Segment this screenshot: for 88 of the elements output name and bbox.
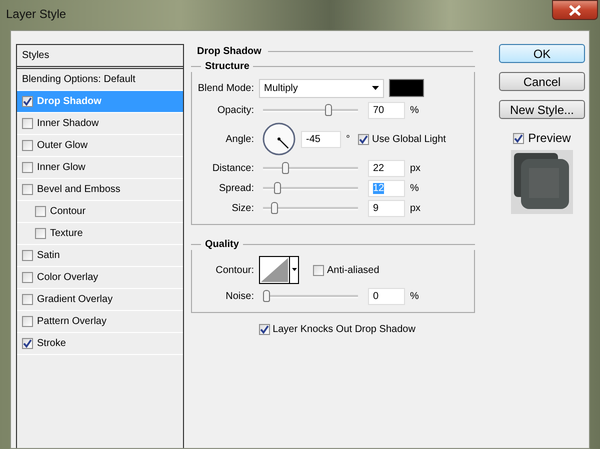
checkbox[interactable]	[22, 184, 33, 195]
field-label: Angle:	[224, 134, 255, 144]
effect-list-item[interactable]: Inner Shadow	[17, 113, 183, 135]
value-field[interactable]: 70	[368, 102, 405, 118]
checkbox[interactable]	[258, 324, 270, 334]
color-swatch[interactable]	[389, 79, 424, 97]
checkbox-label: Use Global Light	[372, 134, 446, 144]
preview-thumbnail	[511, 150, 573, 214]
checkbox[interactable]	[22, 96, 33, 107]
value-text: 12	[373, 182, 384, 194]
effect-list-item[interactable]: Stroke	[17, 333, 183, 355]
field-label: Opacity:	[216, 104, 255, 116]
close-button[interactable]	[552, 0, 598, 20]
checkbox[interactable]	[22, 250, 33, 261]
list-header: Styles	[17, 45, 183, 69]
unit-label: px	[410, 162, 421, 174]
group-title: Structure	[205, 61, 250, 72]
angle-field[interactable]: -45	[301, 130, 341, 148]
effect-list-item[interactable]: Texture	[17, 223, 183, 245]
checkbox-label: Layer Knocks Out Drop Shadow	[272, 324, 416, 334]
effect-label: Color Overlay	[37, 272, 98, 283]
checkbox[interactable]	[513, 132, 524, 144]
effect-label: Gradient Overlay	[37, 294, 113, 305]
checkbox[interactable]	[22, 294, 33, 305]
slider-thumb[interactable]	[274, 182, 281, 194]
effect-label: Drop Shadow	[37, 96, 102, 107]
section-title: Drop Shadow	[197, 44, 473, 58]
effect-list-item[interactable]: Satin	[17, 245, 183, 267]
slider-thumb[interactable]	[282, 162, 290, 174]
caret-icon	[372, 86, 379, 90]
unit-label: %	[410, 104, 419, 116]
unit-label: °	[346, 134, 350, 144]
effect-label: Texture	[50, 228, 83, 239]
field-label: Blend Mode:	[196, 82, 255, 94]
effect-label: Inner Glow	[37, 162, 86, 173]
field-label: Noise:	[224, 290, 255, 302]
checkbox[interactable]	[358, 134, 369, 144]
checkbox[interactable]	[313, 264, 324, 276]
blend-mode-dropdown[interactable]: Multiply	[259, 78, 384, 98]
effect-label: Bevel and Emboss	[37, 184, 120, 195]
effect-label: Pattern Overlay	[37, 316, 106, 327]
effect-list-item[interactable]: Outer Glow	[17, 135, 183, 157]
value-text: 0	[373, 290, 379, 302]
slider-thumb[interactable]	[324, 104, 332, 116]
effect-list-item[interactable]: Inner Glow	[17, 157, 183, 179]
window-title: Layer Style	[6, 7, 66, 21]
checkbox[interactable]	[22, 316, 33, 327]
effect-list-item[interactable]: Pattern Overlay	[17, 311, 183, 333]
checkbox[interactable]	[22, 338, 33, 349]
unit-label: %	[410, 290, 419, 302]
checkbox-label: Anti-aliased	[327, 264, 380, 276]
checkbox[interactable]	[22, 140, 33, 151]
group-title: Quality	[205, 239, 239, 250]
effect-label: Satin	[37, 250, 60, 261]
dialog-button[interactable]: New Style...	[499, 100, 585, 119]
field-label: Size:	[230, 202, 255, 214]
angle-dial[interactable]	[262, 122, 296, 156]
effect-list-item[interactable]: Bevel and Emboss	[17, 179, 183, 201]
close-icon	[568, 4, 582, 16]
effect-list-item[interactable]: Contour	[17, 201, 183, 223]
slider-thumb[interactable]	[263, 290, 270, 302]
effect-label: Contour	[50, 206, 86, 217]
slider-thumb[interactable]	[270, 202, 278, 214]
value-text: 22	[373, 162, 384, 174]
checkbox[interactable]	[35, 206, 46, 217]
unit-label: px	[410, 202, 421, 214]
value-field[interactable]: 22	[368, 160, 405, 176]
dialog-button[interactable]: OK	[499, 44, 585, 63]
value-field[interactable]: 0	[368, 288, 405, 304]
effect-list-item[interactable]: Color Overlay	[17, 267, 183, 289]
field-label: Spread:	[218, 182, 255, 194]
checkbox[interactable]	[22, 118, 33, 129]
value-text: 9	[373, 202, 379, 214]
field-label: Contour:	[214, 264, 255, 276]
unit-label: %	[410, 182, 419, 194]
field-label: Distance:	[211, 162, 255, 174]
contour-picker[interactable]	[259, 256, 299, 284]
effect-list-item[interactable]: Gradient Overlay	[17, 289, 183, 311]
value-text: 70	[373, 104, 384, 116]
effect-label: Inner Shadow	[37, 118, 99, 129]
checkbox-label: Preview	[528, 131, 571, 145]
effect-label: Stroke	[37, 338, 66, 349]
dialog-button[interactable]: Cancel	[499, 72, 585, 91]
effect-label: Outer Glow	[37, 140, 88, 151]
checkbox[interactable]	[22, 272, 33, 283]
value-field[interactable]: 9	[368, 200, 405, 216]
checkbox[interactable]	[35, 228, 46, 239]
checkbox[interactable]	[22, 162, 33, 173]
